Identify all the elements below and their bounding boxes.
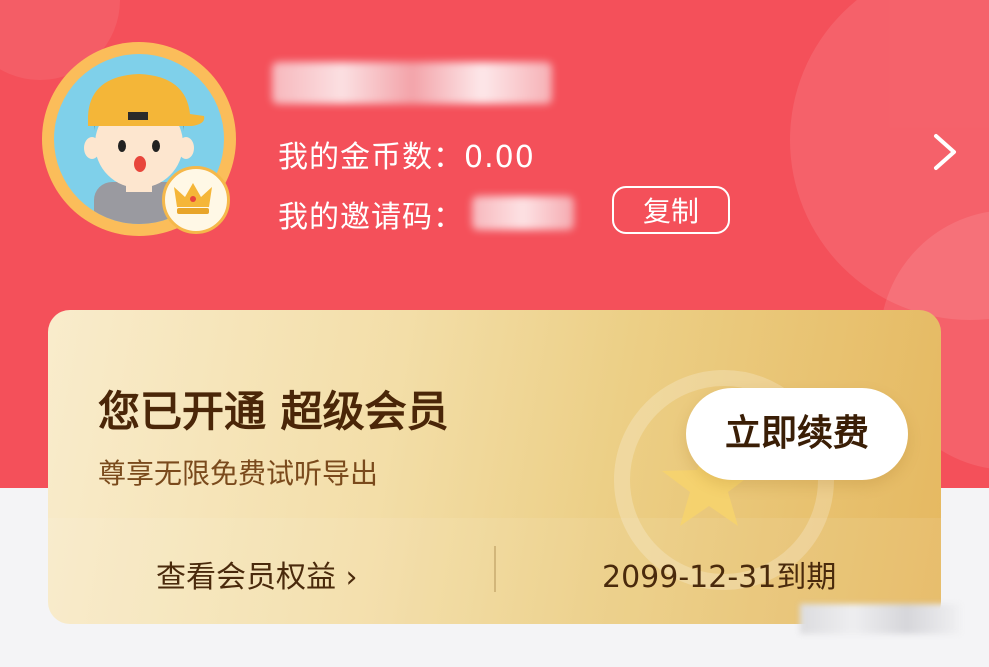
invite-code-redacted — [472, 196, 574, 230]
crown-icon — [162, 166, 230, 234]
divider — [494, 546, 496, 592]
copy-button[interactable]: 复制 — [612, 186, 730, 234]
vip-subtitle: 尊享无限免费试听导出 — [98, 457, 379, 490]
view-benefits-link[interactable]: 查看会员权益 › — [156, 552, 358, 596]
invite-code: 我的邀请码： — [278, 192, 464, 236]
gold-count: 我的金币数：0.00 — [278, 132, 535, 176]
invite-label: 我的邀请码： — [278, 200, 464, 235]
expiry-date: 2099-12-31到期 — [602, 560, 837, 595]
gold-label: 我的金币数： — [278, 140, 464, 175]
username-redacted — [272, 62, 552, 104]
watermark-redacted — [800, 604, 960, 634]
gold-value: 0.00 — [464, 140, 535, 175]
vip-card: 您已开通 超级会员 尊享无限免费试听导出 立即续费 查看会员权益 › 2099-… — [48, 310, 941, 624]
vip-title: 您已开通 超级会员 — [98, 387, 449, 436]
renew-button[interactable]: 立即续费 — [686, 388, 908, 480]
chevron-right-icon[interactable] — [926, 130, 966, 174]
avatar[interactable] — [42, 42, 236, 236]
